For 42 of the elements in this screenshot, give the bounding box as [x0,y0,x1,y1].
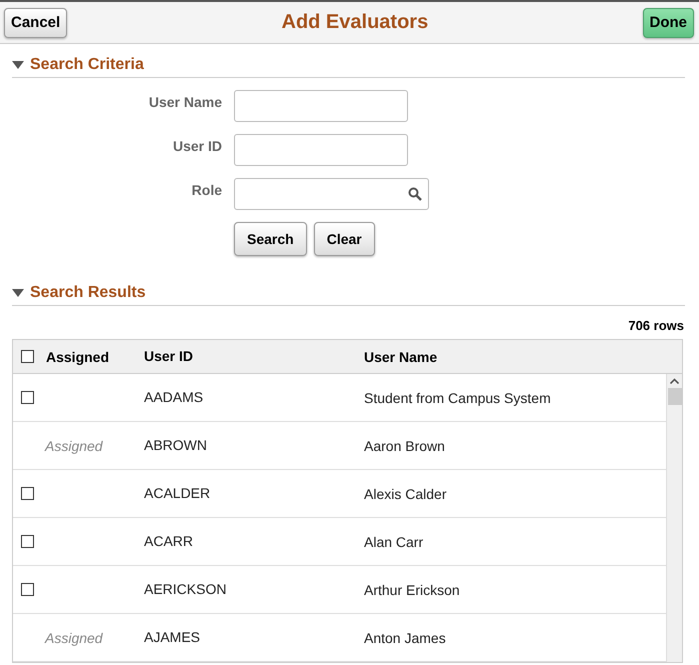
form-button[interactable]: Clear [314,222,375,256]
search-icon[interactable] [408,187,422,201]
scroll-thumb[interactable] [668,388,682,405]
section-title: Search Criteria [30,56,144,74]
section-title: Search Results [30,284,146,302]
collapse-icon[interactable] [12,61,24,69]
table-cell: AERICKSON [144,580,226,596]
done-button[interactable]: Done [642,8,694,38]
table-cell: Arthur Erickson [364,582,460,598]
scroll-up-icon[interactable] [670,378,679,384]
form-button[interactable]: Search [234,222,307,256]
table-cell: Aaron Brown [364,438,445,454]
table-cell: ACALDER [144,484,210,500]
table-cell: ACARR [144,532,194,548]
table-cell: ABROWN [144,436,207,452]
row-count: 706 rows [627,318,684,333]
row-checkbox[interactable] [21,487,34,500]
table-cell: Student from Campus System [364,390,551,406]
cancel-button[interactable]: Cancel [4,8,68,38]
column-header: User Name [364,348,438,364]
table-cell: AJAMES [144,628,200,644]
scrollbar[interactable] [666,374,682,662]
column-header: User ID [144,348,194,364]
row-checkbox[interactable] [21,583,34,596]
table-cell: Anton James [364,630,446,646]
input-field[interactable] [234,90,408,122]
row-checkbox[interactable] [21,535,34,548]
field-label: User ID [172,137,222,156]
field-label: Role [190,181,222,200]
assigned-status: Assigned [44,630,103,646]
collapse-icon[interactable] [12,289,24,297]
column-header: Assigned [46,348,110,364]
row-checkbox[interactable] [21,391,34,404]
lookup-field[interactable] [234,178,429,210]
table-cell: AADAMS [144,388,204,404]
assigned-status: Assigned [44,438,103,454]
field-label: User Name [148,93,222,112]
table-cell: Alan Carr [364,534,424,550]
page-title: Add Evaluators [282,11,428,34]
select-all-checkbox[interactable] [21,350,34,363]
table-cell: Alexis Calder [364,486,446,502]
input-field[interactable] [234,134,408,166]
